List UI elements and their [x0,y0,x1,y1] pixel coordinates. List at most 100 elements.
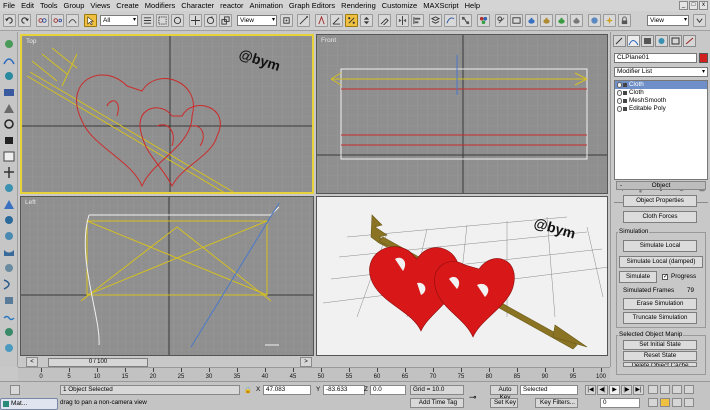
tool-button-18[interactable] [2,310,16,323]
menu-create[interactable]: Create [116,0,139,11]
select-by-name-button[interactable] [141,14,154,27]
time-slider-next[interactable]: > [300,357,312,367]
modifier-list-dropdown[interactable]: Modifier List [614,67,708,77]
layer-manager-button[interactable] [429,14,442,27]
maximize-viewport-button[interactable] [684,398,694,407]
zoom-extents-all-button[interactable] [684,385,694,394]
field-of-view-button[interactable] [648,398,658,407]
lock-selection-button[interactable] [618,14,631,27]
tool-button-2[interactable] [2,54,16,67]
viewport-label-left[interactable]: Left [25,199,36,206]
zoom-all-button[interactable] [660,385,670,394]
tab-motion[interactable] [655,35,668,47]
cloth-forces-button[interactable]: Cloth Forces [623,211,697,223]
tool-button-3[interactable] [2,70,16,83]
render-production-button[interactable] [570,14,583,27]
active-shade-button[interactable] [555,14,568,27]
go-to-end-button[interactable]: ▶| [633,385,644,395]
viewport-label-top[interactable]: Top [26,38,36,45]
tool-button-17[interactable] [2,294,16,307]
stack-item-cloth-2[interactable]: Cloth [615,89,707,97]
curve-editor-button[interactable] [444,14,457,27]
y-coordinate-field[interactable]: -83.633 [323,385,365,395]
viewport-perspective[interactable]: @bym [316,196,608,356]
stack-item-cloth-1[interactable]: Cloth [615,81,707,89]
set-key-button[interactable]: Set Key [490,398,518,408]
go-to-start-button[interactable]: |◀ [585,385,596,395]
snap-toggle-button[interactable] [315,14,328,27]
rotate-button[interactable] [204,14,217,27]
menu-customize[interactable]: Customize [382,0,417,11]
material-editor-button[interactable] [477,14,490,27]
redo-button[interactable] [18,14,31,27]
bulb-icon[interactable] [617,98,622,104]
taskbar-material-editor[interactable]: Mat... [0,398,58,410]
move-button[interactable] [189,14,202,27]
render-setup-button[interactable] [495,14,508,27]
time-slider-prev[interactable]: < [26,357,38,367]
menu-group[interactable]: Group [64,0,85,11]
unlink-button[interactable] [51,14,64,27]
viewport-top[interactable]: @bym Top [20,34,314,194]
menu-file[interactable]: File [3,0,15,11]
close-button[interactable]: x [699,1,708,10]
time-slider[interactable]: 0 / 100 [48,358,148,367]
tab-utilities[interactable] [683,35,696,47]
pan-view-button[interactable] [660,398,670,407]
simulate-button[interactable]: Simulate [619,271,657,283]
menu-reactor[interactable]: reactor [220,0,243,11]
tool-button-6[interactable] [2,118,16,131]
track-bar[interactable]: 0 5 10 15 20 25 30 35 40 45 50 55 60 65 70 75 80 85 90 95 10… [18,367,610,381]
tab-modify[interactable] [627,35,640,47]
window-crossing-button[interactable] [171,14,184,27]
environment-button[interactable] [588,14,601,27]
spinner-snap-button[interactable] [360,14,373,27]
maximize-button[interactable]: □ [689,1,698,10]
named-selection-sets-button[interactable] [378,14,391,27]
viewport-left[interactable]: Left [20,196,314,356]
auto-key-button[interactable]: Auto Key [490,385,518,401]
tab-display[interactable] [669,35,682,47]
menu-tools[interactable]: Tools [40,0,58,11]
arc-rotate-button[interactable] [672,398,682,407]
delete-object-cache-button[interactable]: Delete Object Cache [623,362,697,367]
menu-rendering[interactable]: Rendering [341,0,376,11]
tool-button-11[interactable] [2,198,16,211]
select-manipulate-button[interactable] [297,14,310,27]
mirror-button[interactable] [396,14,409,27]
set-initial-state-button[interactable]: Set Initial State [623,340,697,350]
minimize-button[interactable]: _ [679,1,688,10]
z-coordinate-field[interactable]: 0.0 [370,385,406,395]
rect-select-button[interactable] [156,14,169,27]
viewport-front[interactable]: Front [316,34,608,194]
zoom-extents-button[interactable] [672,385,682,394]
tab-create[interactable] [613,35,626,47]
selection-filter-dropdown[interactable]: All [100,15,138,26]
tool-button-20[interactable] [2,342,16,355]
rendered-frame-button[interactable] [510,14,523,27]
object-rollout-header[interactable]: Object [616,181,706,190]
object-name-field[interactable]: CLPlane01 [614,53,697,63]
tool-button-16[interactable] [2,278,16,291]
bulb-icon[interactable] [617,106,622,112]
object-properties-button[interactable]: Object Properties [623,195,697,207]
undo-button[interactable] [3,14,16,27]
tool-button-19[interactable] [2,326,16,339]
named-selection-dropdown[interactable]: View [647,15,689,26]
menu-character[interactable]: Character [181,0,214,11]
effects-button[interactable] [603,14,616,27]
scale-button[interactable] [219,14,232,27]
viewport-label-front[interactable]: Front [321,37,336,44]
truncate-simulation-button[interactable]: Truncate Simulation [623,312,697,324]
key-mode-dropdown[interactable]: Selected [520,385,578,395]
menu-graph-editors[interactable]: Graph Editors [289,0,335,11]
tool-button-15[interactable] [2,262,16,275]
tool-button-14[interactable] [2,246,16,259]
simulate-local-button[interactable]: Simulate Local [623,240,697,252]
menu-views[interactable]: Views [90,0,110,11]
tool-button-13[interactable] [2,230,16,243]
tab-hierarchy[interactable] [641,35,654,47]
menu-modifiers[interactable]: Modifiers [145,0,175,11]
erase-simulation-button[interactable]: Erase Simulation [623,298,697,310]
reference-coordinate-dropdown[interactable]: View [237,15,277,26]
